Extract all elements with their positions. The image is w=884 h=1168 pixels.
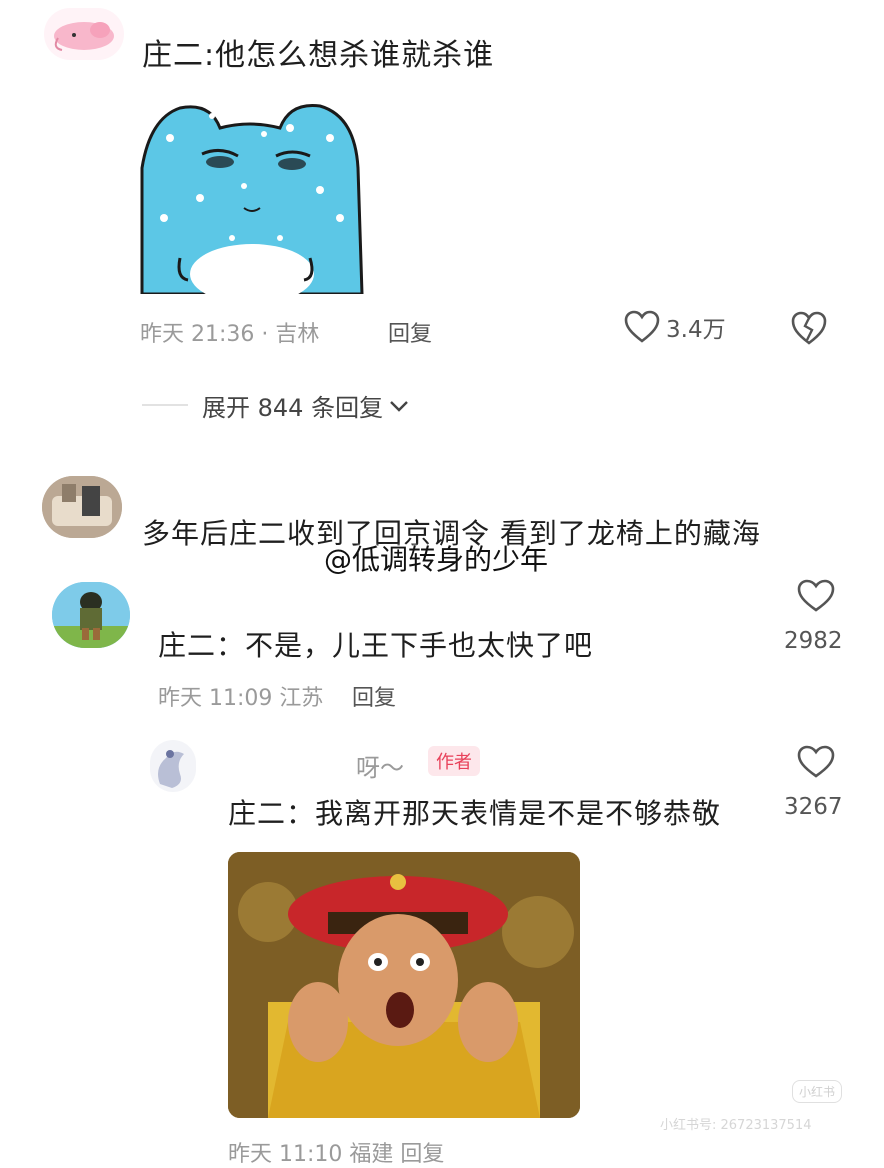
expand-replies-label: 展开 844 条回复 (202, 394, 384, 422)
username[interactable]: 呀～ (356, 748, 404, 783)
reply-meta: 昨天 11:09 江苏 (158, 686, 324, 711)
watermark-text: @低调转身的少年 (324, 543, 549, 576)
reply-button[interactable]: 回复 (388, 316, 432, 348)
reply-text: 庄二：不是，儿王下手也太快了吧 (158, 629, 594, 662)
divider (142, 404, 188, 406)
author-badge: 作者 (428, 746, 480, 776)
heart-icon (796, 578, 836, 614)
reply-button[interactable]: 回复 (352, 680, 396, 712)
dislike-icon[interactable] (790, 310, 828, 346)
chevron-down-icon (389, 399, 409, 413)
image-watermark-id: 小红书号: 26723137514 (660, 1118, 812, 1133)
comment-meta: 昨天 21:36 · 吉林 (140, 322, 320, 347)
avatar[interactable] (52, 582, 130, 648)
heart-icon (796, 744, 836, 780)
sticker-image[interactable] (140, 98, 365, 294)
like-count: 3267 (784, 794, 843, 820)
avatar[interactable] (150, 740, 196, 792)
comment-text: 庄二:他怎么想杀谁就杀谁 (142, 38, 495, 73)
reply-text: 庄二：我离开那天表情是不是不够恭敬 (228, 797, 722, 830)
like-count: 2982 (784, 628, 843, 654)
like-button[interactable] (796, 744, 836, 780)
expand-replies-button[interactable]: 展开 844 条回复 (202, 388, 409, 423)
heart-icon (624, 310, 660, 344)
like-button[interactable]: 3.4万 (624, 310, 726, 344)
avatar[interactable] (44, 8, 124, 60)
like-count: 3.4万 (666, 317, 726, 343)
reply-meta: 昨天 11:10 福建 回复 (228, 1142, 445, 1167)
like-button[interactable] (796, 578, 836, 614)
avatar[interactable] (42, 476, 122, 538)
reply-image[interactable] (228, 852, 580, 1118)
image-watermark-logo: 小红书 (792, 1080, 843, 1103)
